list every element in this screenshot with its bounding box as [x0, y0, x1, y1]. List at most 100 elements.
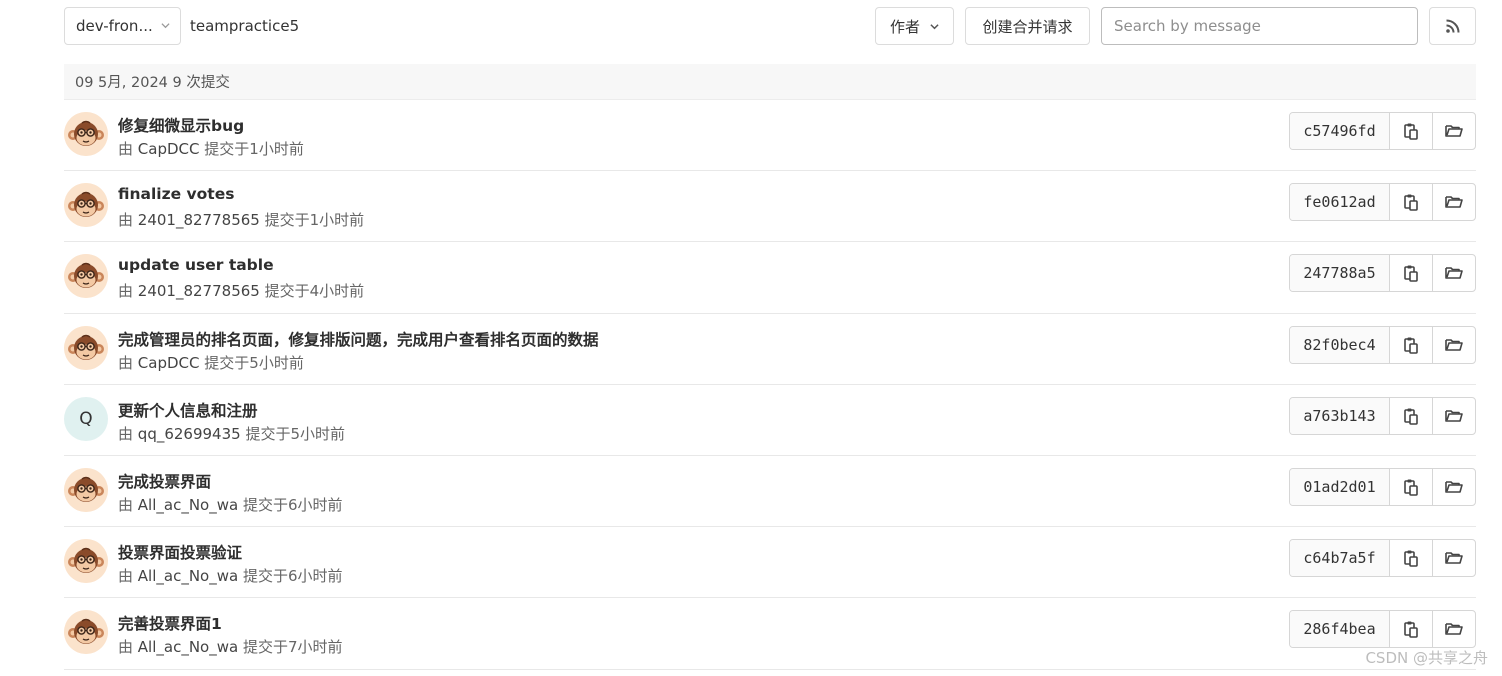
folder-open-icon: [1445, 409, 1463, 422]
browse-files-button[interactable]: [1433, 469, 1475, 505]
commit-verb: 提交于: [242, 495, 288, 514]
avatar[interactable]: [64, 610, 108, 655]
commit-row: Q 更新个人信息和注册由 qq_62699435 提交于5小时前 a763b143: [64, 385, 1476, 456]
author-filter-button[interactable]: 作者: [875, 7, 954, 45]
commit-verb: 提交于: [242, 638, 288, 657]
commit-title[interactable]: 投票界面投票验证: [118, 541, 242, 563]
avatar[interactable]: [64, 325, 108, 370]
commit-time: 7小时前: [288, 638, 343, 657]
commit-author[interactable]: 2401_82778565: [138, 211, 260, 229]
commit-meta: 由 All_ac_No_wa 提交于6小时前: [118, 565, 343, 586]
commit-time: 4小时前: [309, 282, 365, 301]
search-input[interactable]: [1101, 7, 1418, 45]
commit-sha-button[interactable]: c64b7a5f: [1290, 540, 1390, 577]
avatar[interactable]: [64, 467, 108, 512]
commit-author[interactable]: qq_62699435: [138, 425, 241, 443]
folder-open-icon: [1445, 552, 1463, 564]
folder-open-icon: [1445, 338, 1463, 351]
rss-button[interactable]: [1429, 7, 1476, 45]
commit-author[interactable]: All_ac_No_wa: [138, 496, 238, 514]
commit-row: 完成管理员的排名页面，修复排版问题，完成用户查看排名页面的数据由 CapDCC …: [64, 314, 1476, 385]
commit-title[interactable]: finalize votes: [118, 185, 234, 203]
commit-meta: 由 CapDCC 提交于1小时前: [118, 138, 304, 159]
commits-toolbar: dev-fron... teampractice5 作者 创建合并请求: [64, 7, 1476, 45]
commit-sha-button[interactable]: a763b143: [1290, 397, 1390, 434]
browse-files-button[interactable]: [1433, 611, 1475, 647]
commit-list: 修复细微显示bug 由 CapDCC 提交于1小时前 c57496fd finali…: [64, 100, 1476, 670]
avatar[interactable]: Q: [64, 396, 108, 441]
commit-author[interactable]: CapDCC: [138, 354, 200, 372]
avatar[interactable]: [64, 254, 108, 299]
author-filter-label: 作者: [890, 17, 921, 36]
clipboard-icon: [1404, 265, 1418, 283]
browse-files-button[interactable]: [1433, 398, 1475, 434]
commit-verb: 提交于: [264, 211, 310, 230]
commit-sha-button[interactable]: 01ad2d01: [1290, 468, 1390, 505]
commit-title[interactable]: 完成投票界面: [118, 470, 211, 492]
commit-row: 完成投票界面由 All_ac_No_wa 提交于6小时前 01ad2d01: [64, 456, 1476, 528]
copy-sha-button[interactable]: [1390, 113, 1433, 149]
commit-meta: 由 2401_82778565 提交于1小时前: [118, 209, 364, 230]
commit-verb: 提交于: [204, 353, 250, 372]
commit-title[interactable]: 更新个人信息和注册: [118, 399, 258, 421]
commit-sha-button[interactable]: c57496fd: [1290, 113, 1390, 149]
browse-files-button[interactable]: [1433, 184, 1475, 220]
avatar[interactable]: [64, 183, 108, 228]
create-merge-request-button[interactable]: 创建合并请求: [965, 7, 1090, 45]
avatar[interactable]: [64, 539, 108, 584]
branch-dropdown[interactable]: dev-fron...: [64, 7, 181, 45]
commit-sha-button[interactable]: 247788a5: [1290, 255, 1390, 292]
commit-by-label: 由: [118, 211, 134, 230]
commit-sha-button[interactable]: 286f4bea: [1290, 611, 1390, 648]
commit-actions: fe0612ad: [1289, 183, 1476, 222]
folder-open-icon: [1445, 481, 1463, 493]
commit-by-label: 由: [118, 495, 134, 514]
commit-actions: a763b143: [1289, 396, 1476, 435]
commit-actions: 286f4bea: [1289, 610, 1476, 649]
commit-sha-button[interactable]: fe0612ad: [1290, 184, 1390, 221]
commit-author[interactable]: CapDCC: [138, 140, 200, 158]
clipboard-icon: [1404, 194, 1418, 211]
clipboard-icon: [1404, 621, 1418, 639]
copy-sha-button[interactable]: [1390, 540, 1433, 577]
commit-author[interactable]: All_ac_No_wa: [138, 638, 238, 656]
copy-sha-button[interactable]: [1390, 611, 1433, 648]
commit-sha-button[interactable]: 82f0bec4: [1290, 326, 1390, 363]
commit-actions: c57496fd: [1289, 112, 1476, 150]
commit-verb: 提交于: [245, 424, 291, 443]
browse-files-button[interactable]: [1433, 540, 1475, 576]
commit-row: 完善投票界面1 由 All_ac_No_wa 提交于7小时前 286f4bea: [64, 598, 1476, 670]
commit-meta: 由 2401_82778565 提交于4小时前: [118, 280, 364, 301]
commit-title[interactable]: update user table: [118, 256, 274, 274]
commit-author[interactable]: All_ac_No_wa: [138, 567, 238, 585]
commit-by-label: 由: [118, 424, 134, 443]
commit-row: 投票界面投票验证由 All_ac_No_wa 提交于6小时前 c64b7a5f: [64, 527, 1476, 599]
commit-time: 5小时前: [249, 353, 304, 372]
avatar[interactable]: [64, 112, 108, 156]
chevron-down-icon: [930, 24, 939, 30]
clipboard-icon: [1404, 479, 1418, 496]
commit-by-label: 由: [118, 353, 134, 372]
browse-files-button[interactable]: [1433, 113, 1475, 149]
commit-title[interactable]: 完成管理员的排名页面，修复排版问题，完成用户查看排名页面的数据: [118, 328, 599, 350]
commit-time: 6小时前: [288, 567, 343, 586]
copy-sha-button[interactable]: [1390, 397, 1433, 434]
repo-path[interactable]: teampractice5: [190, 7, 299, 45]
commit-row: update user table 由 2401_82778565 提交于4小时前…: [64, 242, 1476, 314]
copy-sha-button[interactable]: [1390, 255, 1433, 292]
commit-row: 修复细微显示bug 由 CapDCC 提交于1小时前 c57496fd: [64, 100, 1476, 172]
browse-files-button[interactable]: [1433, 255, 1475, 291]
browse-files-button[interactable]: [1433, 327, 1475, 363]
commit-time: 5小时前: [290, 424, 346, 443]
commit-actions: 01ad2d01: [1289, 467, 1476, 506]
copy-sha-button[interactable]: [1390, 468, 1433, 505]
commit-time: 1小时前: [249, 140, 304, 158]
clipboard-icon: [1404, 550, 1418, 567]
commit-title[interactable]: 完善投票界面1: [118, 612, 222, 634]
commit-title[interactable]: 修复细微显示bug: [118, 114, 244, 136]
copy-sha-button[interactable]: [1390, 326, 1433, 363]
commit-by-label: 由: [118, 282, 134, 301]
folder-open-icon: [1445, 196, 1463, 208]
commit-author[interactable]: 2401_82778565: [138, 282, 260, 300]
copy-sha-button[interactable]: [1390, 184, 1433, 221]
